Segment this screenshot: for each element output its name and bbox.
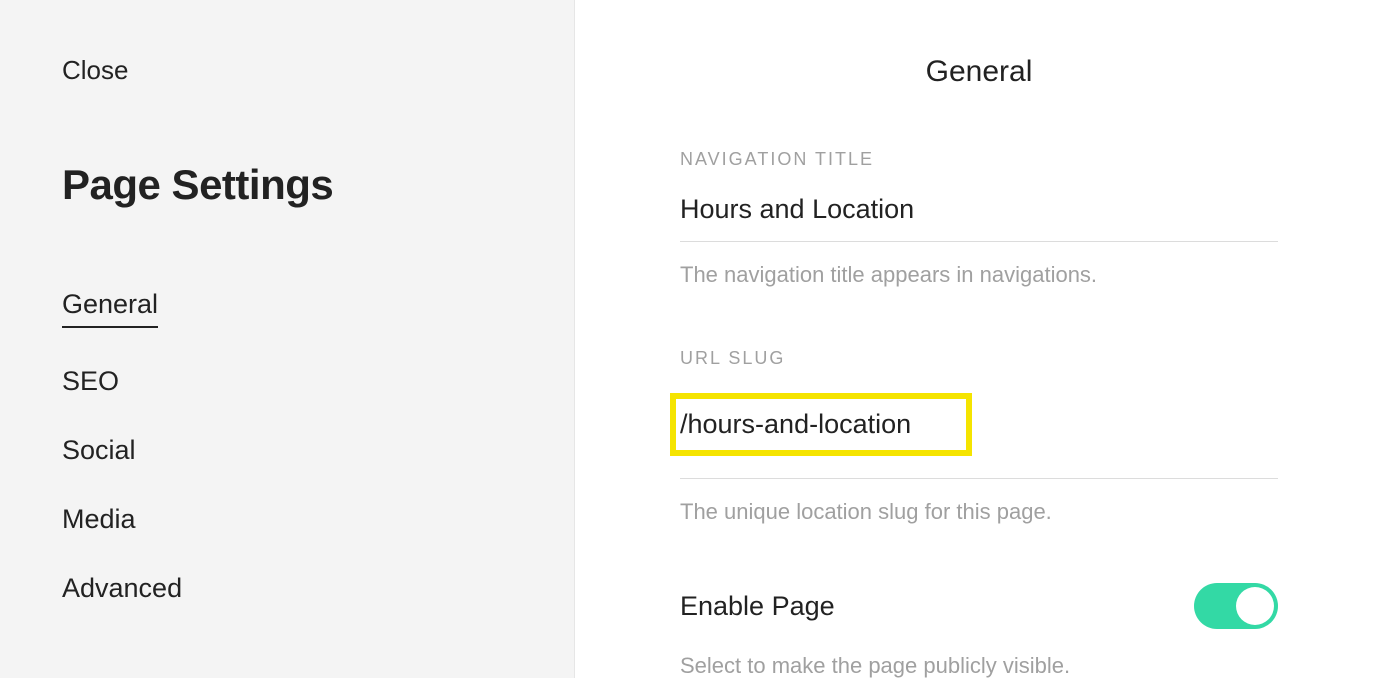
nav-item-general[interactable]: General [62, 289, 158, 328]
page-title: Page Settings [62, 161, 574, 209]
url-slug-input-wrap [680, 393, 1278, 479]
field-navigation-title: NAVIGATION TITLE The navigation title ap… [680, 149, 1278, 288]
sidebar: Close Page Settings General SEO Social M… [0, 0, 575, 678]
toggle-knob [1236, 587, 1274, 625]
url-slug-label: URL SLUG [680, 348, 1278, 369]
field-enable-page: Enable Page Select to make the page publ… [680, 583, 1278, 678]
enable-page-label: Enable Page [680, 591, 835, 622]
enable-page-help: Select to make the page publicly visible… [680, 653, 1278, 678]
url-slug-help: The unique location slug for this page. [680, 499, 1278, 525]
enable-page-toggle[interactable] [1194, 583, 1278, 629]
nav-item-seo[interactable]: SEO [62, 366, 119, 397]
url-slug-input[interactable] [680, 409, 950, 440]
nav-item-advanced[interactable]: Advanced [62, 573, 182, 604]
nav-title-label: NAVIGATION TITLE [680, 149, 1278, 170]
field-url-slug: URL SLUG The unique location slug for th… [680, 348, 1278, 525]
main-heading: General [680, 55, 1278, 89]
nav-title-input-wrap [680, 194, 1278, 242]
nav-list: General SEO Social Media Advanced [62, 289, 574, 604]
close-button[interactable]: Close [62, 55, 128, 86]
nav-title-input[interactable] [680, 194, 1278, 225]
url-slug-highlight [670, 393, 972, 456]
enable-page-row: Enable Page [680, 583, 1278, 629]
nav-item-social[interactable]: Social [62, 435, 136, 466]
nav-title-help: The navigation title appears in navigati… [680, 262, 1278, 288]
nav-item-media[interactable]: Media [62, 504, 136, 535]
main-panel: General NAVIGATION TITLE The navigation … [575, 0, 1378, 678]
